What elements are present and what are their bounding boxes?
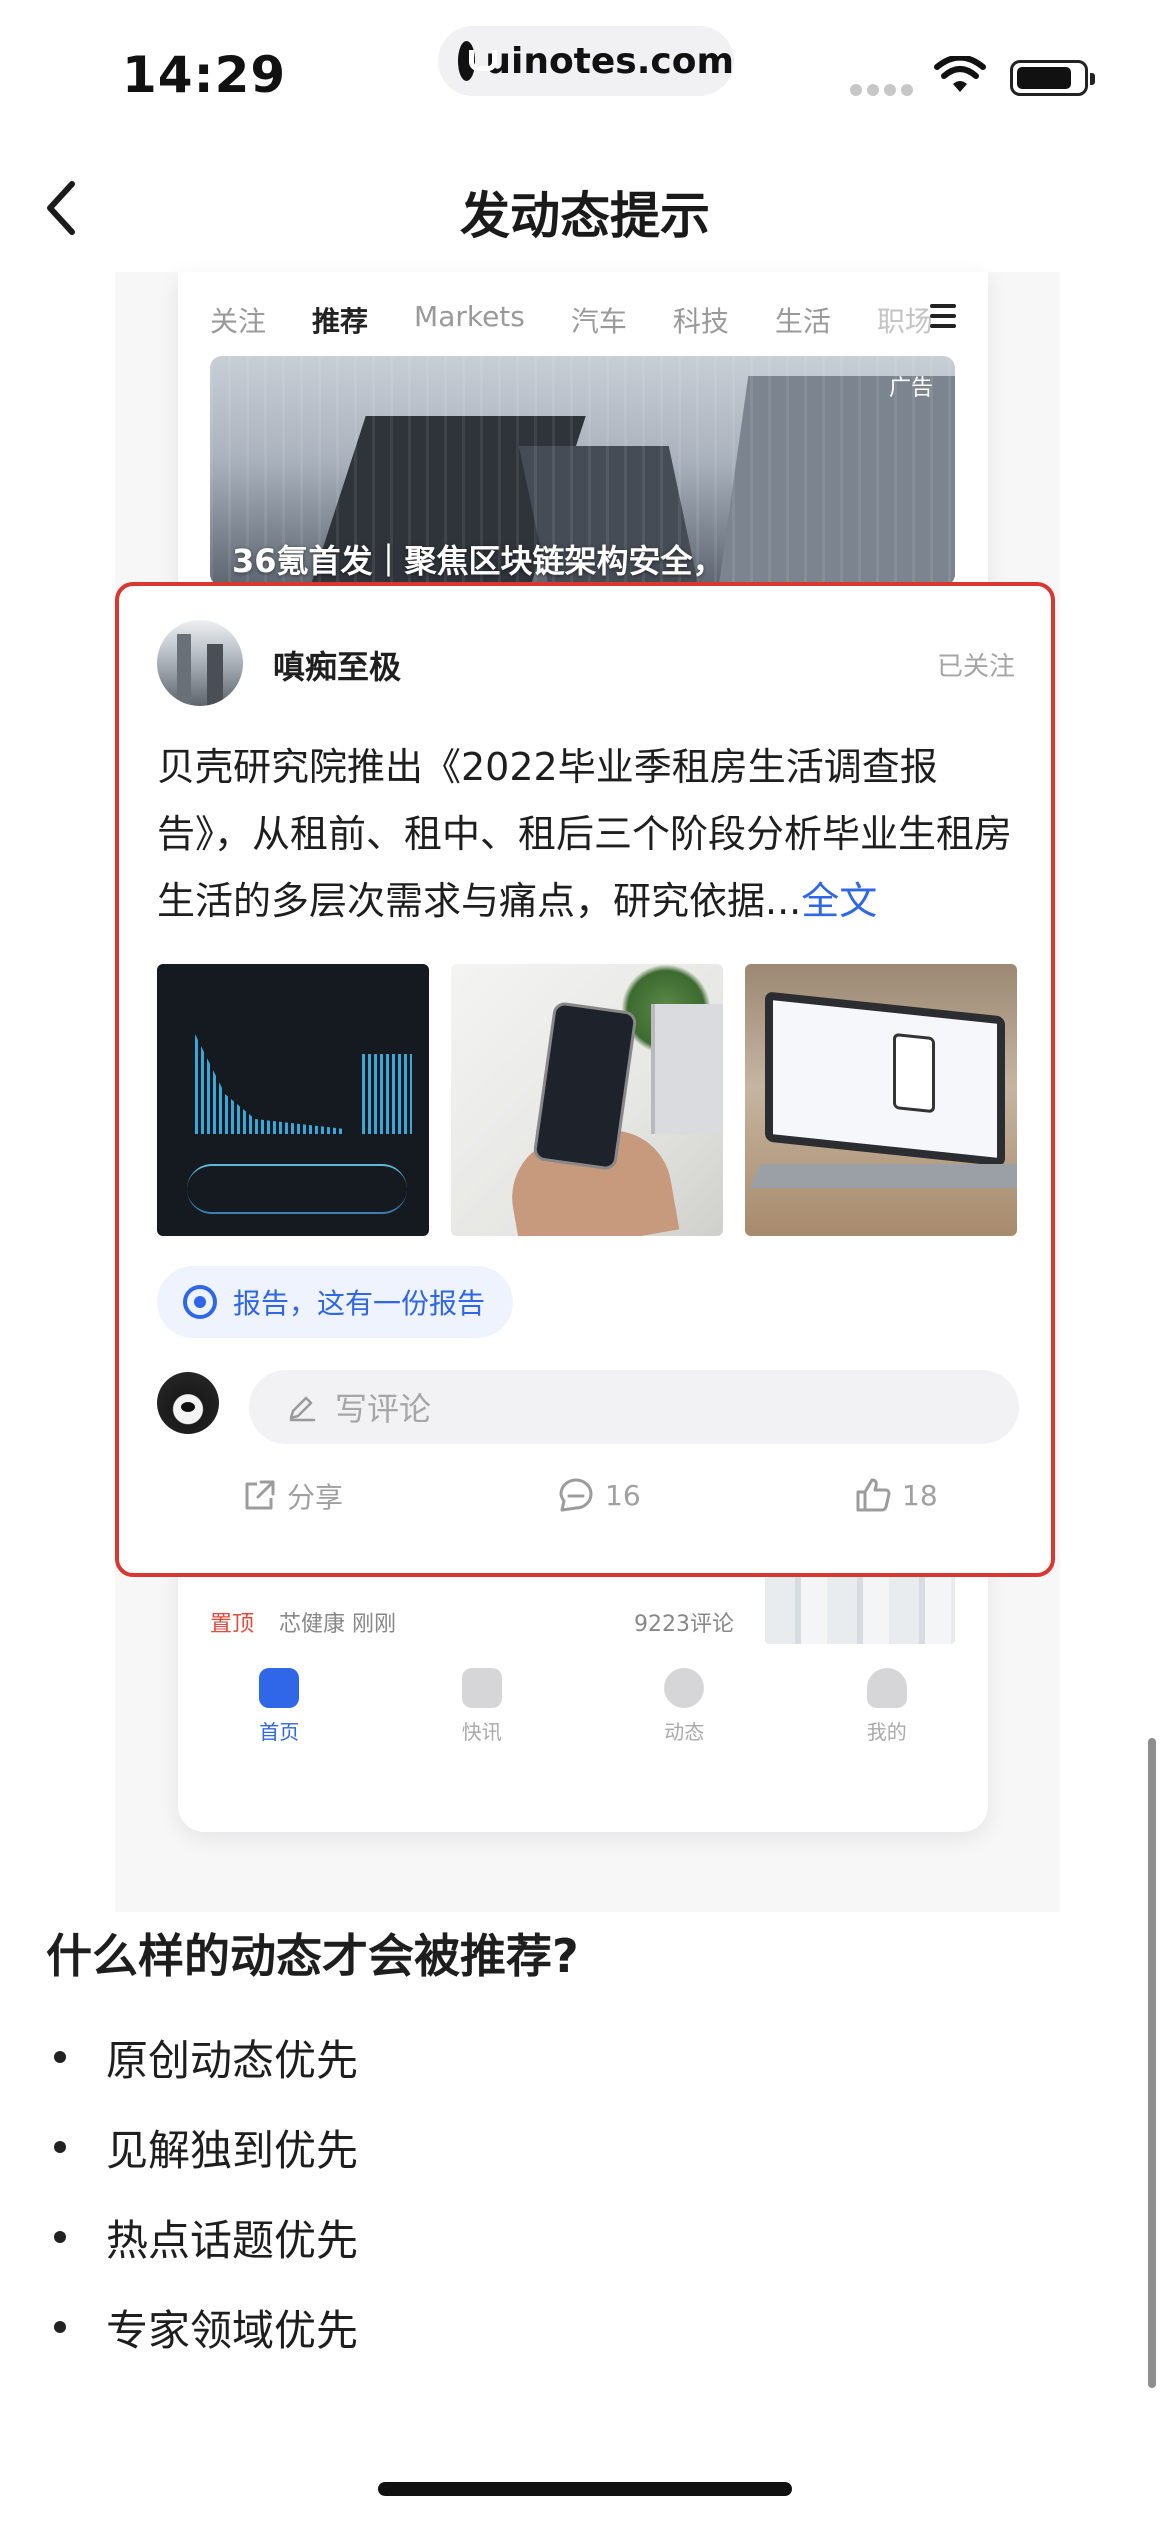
tab-tech[interactable]: 科技 (673, 300, 729, 340)
author-avatar[interactable] (157, 620, 243, 706)
topic-text: 报告，这有一份报告 (233, 1287, 486, 1320)
rule-text: 原创动态优先 (106, 2035, 359, 2085)
hero-headline: 36氪首发｜聚焦区块链架构安全， (232, 542, 725, 580)
moments-icon (664, 1668, 705, 1708)
tabbar-moments-label: 动态 (664, 1720, 705, 1744)
ad-label: 广告 (888, 376, 933, 401)
tabbar-profile[interactable]: 我的 (786, 1668, 989, 1768)
follow-status[interactable]: 已关注 (937, 646, 1015, 683)
feed-item-bottom: 置顶 芯健康 刚刚 9223评论 (210, 1560, 955, 1644)
pinned-tag: 置顶 (210, 1612, 255, 1637)
comment-input[interactable]: 写评论 (249, 1370, 1019, 1444)
bottom-tabbar: 首页 快讯 动态 我的 (178, 1668, 988, 1768)
rule-item: 专家领域优先 (46, 2282, 358, 2372)
status-bar: 14:29 uinotes.com (0, 0, 1170, 130)
tab-recommend[interactable]: 推荐 (312, 300, 368, 340)
feed-tabs: 关注 推荐 Markets 汽车 科技 生活 职场 (210, 300, 979, 340)
tabbar-profile-label: 我的 (866, 1720, 907, 1744)
bullet-icon (54, 2231, 66, 2243)
author-name[interactable]: 嗔痴至极 (273, 642, 401, 688)
tab-career[interactable]: 职场 (877, 300, 933, 340)
profile-icon (866, 1668, 907, 1708)
rules-title: 什么样的动态才会被推荐? (46, 1929, 579, 1983)
comment-placeholder: 写评论 (335, 1390, 432, 1428)
current-user-avatar (157, 1372, 219, 1434)
rule-text: 热点话题优先 (106, 2215, 359, 2265)
wifi-icon (934, 56, 986, 92)
menu-icon[interactable] (930, 304, 956, 328)
status-time: 14:29 (122, 46, 287, 104)
rule-item: 原创动态优先 (46, 2012, 358, 2102)
rules-list: 原创动态优先 见解独到优先 热点话题优先 专家领域优先 (46, 2012, 358, 2372)
pencil-icon (289, 1396, 316, 1422)
page-title: 发动态提示 (460, 187, 710, 245)
comment-button[interactable]: 16 (557, 1476, 641, 1514)
feed-item-meta: 芯健康 刚刚 (279, 1612, 397, 1637)
comment-icon (559, 1478, 593, 1512)
tabbar-home-label: 首页 (259, 1720, 300, 1744)
tabbar-moments[interactable]: 动态 (583, 1668, 786, 1768)
like-count: 18 (902, 1478, 938, 1512)
tab-follow[interactable]: 关注 (210, 300, 266, 340)
post-actions: 分享 16 18 (119, 1476, 1051, 1536)
tab-auto[interactable]: 汽车 (571, 300, 627, 340)
tab-life[interactable]: 生活 (775, 300, 831, 340)
tab-markets[interactable]: Markets (414, 300, 525, 340)
tabbar-flash-label: 快讯 (461, 1720, 502, 1744)
share-label: 分享 (287, 1481, 344, 1514)
tabbar-flash[interactable]: 快讯 (381, 1668, 584, 1768)
battery-icon (1010, 60, 1095, 96)
post-image-1[interactable] (157, 964, 429, 1236)
rule-item: 热点话题优先 (46, 2192, 358, 2282)
rule-text: 专家领域优先 (106, 2305, 359, 2355)
cellular-signal-icon (850, 84, 913, 96)
bullet-icon (54, 2051, 66, 2063)
post-image-2[interactable] (451, 964, 723, 1236)
flash-icon (461, 1668, 502, 1708)
post-text: 贝壳研究院推出《2022毕业季租房生活调查报告》，从租前、租中、租后三个阶段分析… (157, 745, 1013, 923)
tabbar-home[interactable]: 首页 (178, 1668, 381, 1768)
rule-text: 见解独到优先 (106, 2125, 359, 2175)
hero-banner[interactable]: 广告 36氪首发｜聚焦区块链架构安全， (210, 356, 955, 586)
scrollbar[interactable] (1148, 1738, 1156, 2388)
home-icon (259, 1668, 300, 1708)
topic-tag[interactable]: 报告，这有一份报告 (157, 1266, 514, 1338)
highlighted-post-card: 嗔痴至极 已关注 贝壳研究院推出《2022毕业季租房生活调查报告》，从租前、租中… (115, 582, 1055, 1577)
feed-item-count: 9223评论 (634, 1612, 734, 1637)
share-button[interactable]: 分享 (241, 1476, 343, 1516)
bullet-icon (54, 2141, 66, 2153)
comment-count: 16 (605, 1478, 641, 1512)
home-indicator[interactable] (378, 2482, 792, 2496)
share-icon (245, 1480, 275, 1510)
thumbs-up-icon (856, 1478, 891, 1512)
like-button[interactable]: 18 (854, 1476, 938, 1514)
rule-item: 见解独到优先 (46, 2102, 358, 2192)
url-pill[interactable]: uinotes.com (438, 26, 734, 96)
post-image-3[interactable] (745, 964, 1017, 1236)
feed-item-tags: 置顶 芯健康 刚刚 (210, 1606, 396, 1638)
topic-icon (183, 1285, 217, 1319)
site-logo-icon (458, 41, 498, 81)
url-text: uinotes.com (485, 40, 734, 82)
post-images (157, 964, 1017, 1236)
post-body[interactable]: 贝壳研究院推出《2022毕业季租房生活调查报告》，从租前、租中、租后三个阶段分析… (157, 734, 1017, 935)
read-more-link[interactable]: 全文 (801, 879, 877, 923)
bullet-icon (54, 2321, 66, 2333)
